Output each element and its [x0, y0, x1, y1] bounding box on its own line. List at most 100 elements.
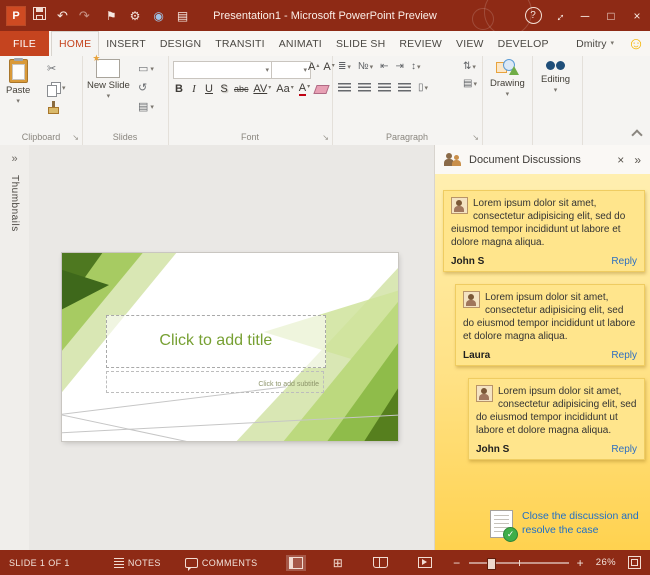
- grow-font-button[interactable]: A ▴: [308, 62, 319, 73]
- fit-slide-to-window-icon[interactable]: [628, 556, 641, 569]
- save-button[interactable]: [33, 6, 46, 25]
- discussion-comment[interactable]: Lorem ipsum dolor sit amet, consectetur …: [443, 190, 645, 272]
- decrease-indent-button[interactable]: ⇤: [380, 62, 388, 72]
- decrease-indent-icon: ⇤: [380, 61, 389, 72]
- reading-view-button[interactable]: [370, 555, 391, 570]
- reply-link[interactable]: Reply: [611, 444, 637, 455]
- discussion-comment[interactable]: Lorem ipsum dolor sit amet, consectetur …: [455, 284, 645, 366]
- slide-canvas[interactable]: Click to add title Click to add subtitle: [29, 145, 435, 550]
- text-shadow-button[interactable]: S: [219, 84, 229, 95]
- text-direction-button[interactable]: ⇅ ▾: [463, 62, 477, 72]
- align-text-button[interactable]: ▤ ▾: [463, 79, 477, 89]
- editing-button[interactable]: Editing ▾: [541, 59, 570, 94]
- clipboard-dialog-launcher[interactable]: ↘: [72, 134, 79, 142]
- close-panel-icon[interactable]: ×: [617, 154, 624, 166]
- discussion-comment[interactable]: Lorem ipsum dolor sit amet, consectetur …: [468, 378, 645, 460]
- undo-button[interactable]: ↶: [57, 9, 68, 22]
- bullets-button[interactable]: ≣ ▾: [338, 62, 351, 72]
- reading-view-icon: [373, 557, 389, 568]
- reply-link[interactable]: Reply: [611, 256, 637, 267]
- clear-formatting-icon[interactable]: [313, 85, 330, 94]
- underline-button[interactable]: U: [204, 84, 214, 95]
- strikethrough-button[interactable]: abc: [234, 85, 249, 94]
- font-color-button[interactable]: A ▾: [298, 83, 310, 96]
- zoom-slider[interactable]: [468, 557, 569, 570]
- tab-file[interactable]: FILE: [0, 31, 49, 56]
- expand-thumbnails-icon[interactable]: »: [11, 153, 17, 165]
- copy-button[interactable]: ▾: [47, 81, 66, 97]
- zoom-level[interactable]: 26%: [592, 557, 616, 568]
- grow-font-icon: A: [308, 61, 316, 73]
- increase-indent-button[interactable]: ⇥: [396, 62, 404, 72]
- tab-design[interactable]: DESIGN: [153, 31, 208, 56]
- gear-icon[interactable]: ⚙: [130, 9, 141, 23]
- font-name-select[interactable]: ▾: [173, 61, 273, 79]
- justify-button[interactable]: [398, 83, 411, 93]
- minimize-button[interactable]: ─: [572, 0, 598, 31]
- slide-sorter-button[interactable]: ⊞: [330, 555, 346, 571]
- maximize-button[interactable]: □: [598, 0, 624, 31]
- slideshow-button[interactable]: [415, 555, 435, 570]
- drawing-group: Drawing ▾: [482, 56, 533, 145]
- bold-button[interactable]: B: [174, 84, 184, 95]
- italic-button[interactable]: I: [189, 84, 199, 95]
- paragraph-dialog-launcher[interactable]: ↘: [472, 134, 479, 142]
- layout-button[interactable]: ▭ ▾: [138, 62, 154, 76]
- align-right-button[interactable]: [378, 83, 391, 93]
- character-spacing-button[interactable]: AV ▾: [253, 84, 271, 95]
- comments-button[interactable]: COMMENTS: [184, 557, 258, 571]
- new-slide-icon: [92, 53, 121, 78]
- fullscreen-button[interactable]: ↔: [546, 0, 572, 31]
- align-left-button[interactable]: [338, 83, 351, 93]
- font-size-select[interactable]: ▾: [271, 61, 311, 79]
- new-slide-button[interactable]: New Slide ▾: [87, 53, 130, 100]
- tab-animations[interactable]: ANIMATI: [272, 31, 329, 56]
- zoom-in-button[interactable]: +: [577, 557, 584, 569]
- tab-developer[interactable]: DEVELOP: [491, 31, 556, 56]
- slide[interactable]: Click to add title Click to add subtitle: [62, 253, 398, 441]
- zoom-slider-thumb[interactable]: [486, 557, 496, 570]
- change-case-button[interactable]: Aa ▾: [276, 84, 293, 95]
- paste-button[interactable]: Paste ▾: [6, 58, 30, 105]
- format-painter-button[interactable]: [47, 100, 66, 114]
- collapse-ribbon-icon[interactable]: [631, 129, 643, 141]
- flag-icon[interactable]: ⚑: [106, 9, 117, 23]
- close-button[interactable]: ×: [624, 0, 650, 31]
- redo-button[interactable]: ↷: [79, 9, 90, 22]
- globe-icon[interactable]: ◉: [153, 9, 163, 23]
- title-placeholder[interactable]: Click to add title: [105, 315, 327, 368]
- line-spacing-button[interactable]: ↕ ▾: [411, 62, 421, 72]
- thumbnails-pane[interactable]: » Thumbnails: [0, 145, 30, 550]
- subtitle-placeholder[interactable]: Click to add subtitle: [105, 370, 325, 394]
- font-dialog-launcher[interactable]: ↘: [322, 134, 329, 142]
- copy-icon: [47, 81, 61, 97]
- section-button[interactable]: ▤ ▾: [138, 100, 154, 114]
- tab-insert[interactable]: INSERT: [99, 31, 153, 56]
- tab-view[interactable]: VIEW: [449, 31, 491, 56]
- reply-link[interactable]: Reply: [611, 350, 637, 361]
- align-left-icon: [338, 83, 351, 93]
- page-icon[interactable]: ▤: [177, 9, 188, 23]
- notes-label: NOTES: [127, 557, 161, 568]
- chevron-down-icon: ▾: [369, 63, 374, 71]
- reset-button[interactable]: ↺: [138, 81, 154, 95]
- numbering-button[interactable]: № ▾: [358, 62, 373, 72]
- send-a-smile-icon[interactable]: ☺: [622, 31, 650, 56]
- resolve-discussion-link[interactable]: ✓ Close the discussion and resolve the c…: [490, 510, 641, 542]
- panel-options-icon[interactable]: »: [634, 154, 641, 166]
- subtitle-placeholder-text: Click to add subtitle: [258, 380, 320, 388]
- user-avatar-icon: [476, 385, 493, 402]
- tab-transitions[interactable]: TRANSITI: [208, 31, 271, 56]
- align-center-button[interactable]: [358, 83, 371, 93]
- drawing-button[interactable]: Drawing ▾: [490, 59, 525, 98]
- columns-button[interactable]: ▯ ▾: [418, 83, 428, 93]
- notes-button[interactable]: NOTES: [113, 557, 161, 568]
- cut-button[interactable]: ✂: [47, 62, 66, 76]
- increase-indent-icon: ⇥: [395, 61, 404, 72]
- tab-slideshow[interactable]: SLIDE SH: [329, 31, 392, 56]
- tab-review[interactable]: REVIEW: [392, 31, 449, 56]
- powerpoint-logo-icon[interactable]: P: [6, 5, 26, 26]
- normal-view-button[interactable]: [285, 554, 306, 571]
- account-menu[interactable]: Dmitry ▾: [568, 31, 622, 56]
- zoom-out-button[interactable]: −: [453, 557, 460, 569]
